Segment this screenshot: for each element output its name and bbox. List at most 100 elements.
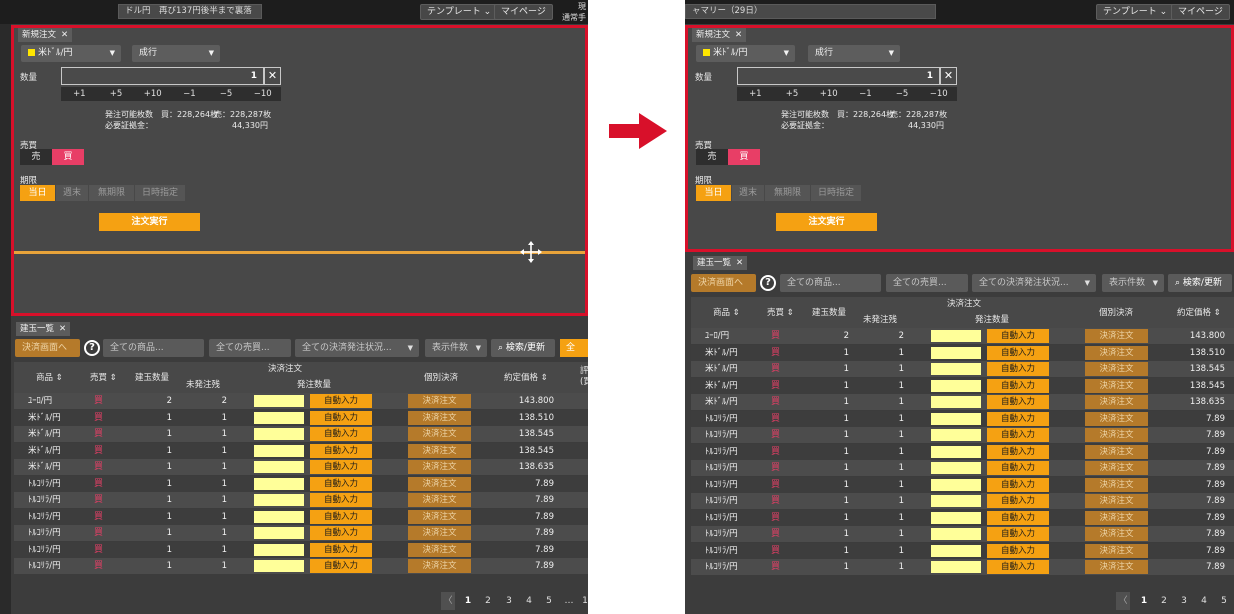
auto-input-button[interactable]: 自動入力 xyxy=(987,527,1049,541)
order-qty-input[interactable] xyxy=(931,511,981,524)
auto-input-button[interactable]: 自動入力 xyxy=(987,510,1049,525)
step-plus-1[interactable]: +1 xyxy=(737,87,774,101)
order-qty-input[interactable] xyxy=(254,543,304,556)
order-qty-input[interactable] xyxy=(254,461,304,473)
settle-order-button[interactable]: 決済注文 xyxy=(1085,329,1148,343)
auto-input-button[interactable]: 自動入力 xyxy=(987,543,1049,558)
auto-input-button[interactable]: 自動入力 xyxy=(987,345,1049,360)
prev-page-button[interactable]: 〈 xyxy=(441,592,455,610)
settle-order-button[interactable]: 決済注文 xyxy=(408,410,471,425)
tab-new-order[interactable]: 新規注文 ✕ xyxy=(692,28,747,42)
step-minus-5[interactable]: −5 xyxy=(884,87,921,101)
period-week-button[interactable]: 週末 xyxy=(56,185,88,201)
settle-order-button[interactable]: 決済注文 xyxy=(408,526,471,540)
page-4[interactable]: 4 xyxy=(522,588,536,614)
auto-input-button[interactable]: 自動入力 xyxy=(987,378,1049,393)
news-ticker[interactable]: ャマリー（29日） xyxy=(685,4,936,19)
page-3[interactable]: 3 xyxy=(502,588,516,614)
settle-order-button[interactable]: 決済注文 xyxy=(1085,461,1148,475)
settle-order-button[interactable]: 決済注文 xyxy=(1085,494,1148,508)
header-product[interactable]: 商品 ⇕ xyxy=(713,308,740,318)
auto-input-button[interactable]: 自動入力 xyxy=(310,526,372,540)
status-filter[interactable]: 全ての決済発注状況... ▼ xyxy=(972,274,1096,292)
order-qty-input[interactable] xyxy=(931,544,981,557)
settle-order-button[interactable]: 決済注文 xyxy=(1085,345,1148,360)
settle-screen-button[interactable]: 決済画面へ xyxy=(691,274,756,292)
execute-order-button[interactable]: 注文実行 xyxy=(99,213,200,231)
page-4[interactable]: 4 xyxy=(1197,588,1211,614)
settle-order-button[interactable]: 決済注文 xyxy=(1085,428,1148,442)
period-today-button[interactable]: 当日 xyxy=(696,185,731,201)
step-minus-5[interactable]: −5 xyxy=(208,87,245,101)
order-qty-input[interactable] xyxy=(254,560,304,572)
order-qty-input[interactable] xyxy=(931,445,981,458)
order-qty-input[interactable] xyxy=(254,428,304,440)
order-type-select[interactable]: 成行 ▼ xyxy=(808,45,900,62)
auto-input-button[interactable]: 自動入力 xyxy=(310,394,372,408)
settle-order-button[interactable]: 決済注文 xyxy=(408,443,471,458)
auto-input-button[interactable]: 自動入力 xyxy=(987,477,1049,492)
display-count-select[interactable]: 表示件数 ▼ xyxy=(425,339,487,357)
step-minus-1[interactable]: −1 xyxy=(847,87,884,101)
auto-input-button[interactable]: 自動入力 xyxy=(310,559,372,573)
settle-order-button[interactable]: 決済注文 xyxy=(408,509,471,524)
step-minus-10[interactable]: −10 xyxy=(244,87,281,101)
order-qty-input[interactable] xyxy=(931,330,981,342)
settle-order-button[interactable]: 決済注文 xyxy=(1085,444,1148,459)
order-qty-input[interactable] xyxy=(931,528,981,540)
auto-input-button[interactable]: 自動入力 xyxy=(310,476,372,491)
period-none-button[interactable]: 無期限 xyxy=(89,185,134,201)
auto-input-button[interactable]: 自動入力 xyxy=(987,494,1049,508)
period-week-button[interactable]: 週末 xyxy=(732,185,764,201)
page-2[interactable]: 2 xyxy=(481,588,495,614)
auto-input-button[interactable]: 自動入力 xyxy=(310,460,372,474)
period-date-button[interactable]: 日時指定 xyxy=(135,185,185,201)
settle-order-button[interactable]: 決済注文 xyxy=(408,542,471,557)
order-type-select[interactable]: 成行 ▼ xyxy=(132,45,220,62)
buy-button[interactable]: 買 xyxy=(728,149,760,165)
auto-input-button[interactable]: 自動入力 xyxy=(310,410,372,425)
page-1[interactable]: 1 xyxy=(461,588,475,614)
clear-quantity-button[interactable]: ✕ xyxy=(264,67,281,85)
step-minus-1[interactable]: −1 xyxy=(171,87,208,101)
display-count-select[interactable]: 表示件数 ▼ xyxy=(1102,274,1164,292)
step-plus-10[interactable]: +10 xyxy=(810,87,847,101)
clear-quantity-button[interactable]: ✕ xyxy=(940,67,957,85)
order-qty-input[interactable] xyxy=(931,462,981,474)
order-qty-input[interactable] xyxy=(931,396,981,408)
settle-order-button[interactable]: 決済注文 xyxy=(408,460,471,474)
header-product[interactable]: 商品 ⇕ xyxy=(36,373,63,383)
order-qty-input[interactable] xyxy=(254,510,304,523)
order-qty-input[interactable] xyxy=(931,561,981,573)
period-today-button[interactable]: 当日 xyxy=(20,185,55,201)
step-plus-5[interactable]: +5 xyxy=(774,87,811,101)
currency-pair-select[interactable]: 米ﾄﾞﾙ/円 ▼ xyxy=(21,45,121,62)
order-qty-input[interactable] xyxy=(931,495,981,507)
close-icon[interactable]: ✕ xyxy=(59,324,66,334)
header-price[interactable]: 約定価格 ⇕ xyxy=(1177,308,1221,318)
page-3[interactable]: 3 xyxy=(1177,588,1191,614)
prev-page-button[interactable]: 〈 xyxy=(1116,592,1130,610)
quantity-input[interactable]: 1 xyxy=(737,67,940,85)
order-qty-input[interactable] xyxy=(254,527,304,539)
news-ticker[interactable]: ドル円 再び137円後半まで裏落 xyxy=(118,4,262,19)
settle-order-button[interactable]: 決済注文 xyxy=(1085,378,1148,393)
close-icon[interactable]: ✕ xyxy=(735,30,742,40)
quantity-input[interactable]: 1 xyxy=(61,67,264,85)
order-qty-input[interactable] xyxy=(931,478,981,491)
step-plus-10[interactable]: +10 xyxy=(134,87,171,101)
auto-input-button[interactable]: 自動入力 xyxy=(987,428,1049,442)
currency-pair-select[interactable]: 米ﾄﾞﾙ/円 ▼ xyxy=(696,45,795,62)
settle-order-button[interactable]: 決済注文 xyxy=(1085,395,1148,409)
status-filter[interactable]: 全ての決済発注状況... ▼ xyxy=(295,339,419,357)
all-button[interactable]: 全 xyxy=(560,339,588,357)
settle-order-button[interactable]: 決済注文 xyxy=(1085,527,1148,541)
auto-input-button[interactable]: 自動入力 xyxy=(987,560,1049,574)
mypage-button[interactable]: マイページ xyxy=(494,4,553,20)
page-last[interactable]: 1 xyxy=(578,588,588,614)
order-qty-input[interactable] xyxy=(254,444,304,457)
page-2[interactable]: 2 xyxy=(1157,588,1171,614)
step-plus-1[interactable]: +1 xyxy=(61,87,98,101)
close-icon[interactable]: ✕ xyxy=(61,30,68,40)
order-qty-input[interactable] xyxy=(254,411,304,424)
